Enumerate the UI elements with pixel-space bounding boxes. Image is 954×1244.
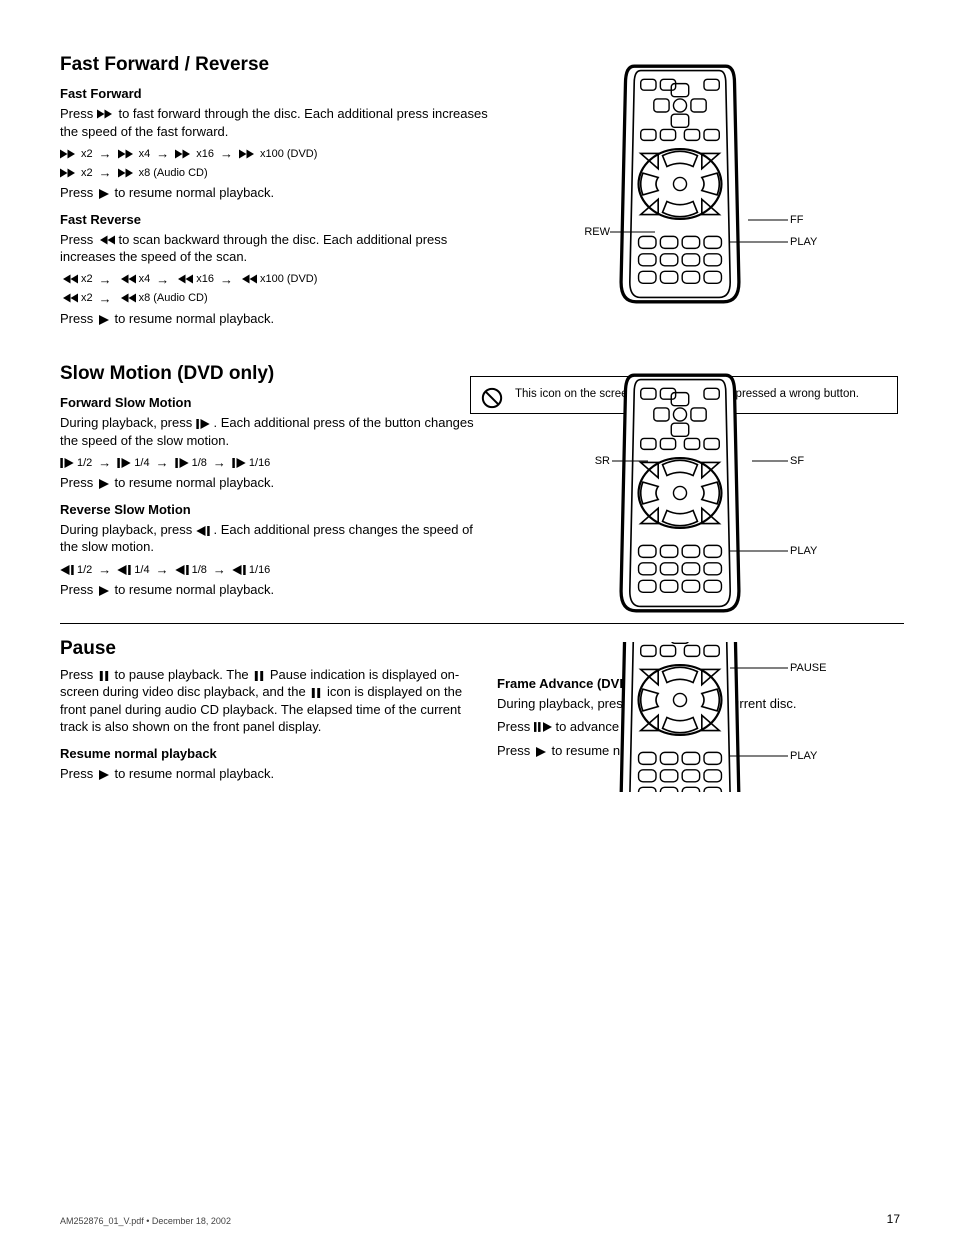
rewind-icon [97, 234, 115, 246]
caption-sr: SR [560, 455, 610, 468]
remote-illustration-fast [600, 64, 760, 307]
text-slow-fwd-resume: Press to resume normal playback. [60, 474, 490, 492]
sequence-slow-fwd: 1/2 1/4 1/8 1/16 [60, 455, 490, 470]
subheading-fast-fwd: Fast Forward [60, 86, 490, 101]
fast-forward-icon [118, 167, 136, 179]
arrow-icon [156, 562, 169, 577]
arrow-icon [220, 272, 233, 287]
arrow-icon [156, 146, 169, 161]
caption-sf: SF [790, 455, 804, 468]
arrow-icon [99, 291, 112, 306]
arrow-icon [98, 455, 111, 470]
sequence-slow-rev: 1/2 1/4 1/8 1/16 [60, 562, 490, 577]
arrow-icon [213, 562, 226, 577]
heading-fast: Fast Forward / Reverse [60, 54, 490, 76]
play-icon [97, 586, 111, 596]
rewind-icon [60, 292, 78, 304]
pause-icon [252, 671, 266, 681]
arrow-icon [99, 146, 112, 161]
caption-pause: PAUSE [790, 662, 826, 675]
slow-reverse-icon [60, 565, 74, 575]
text-fast-fwd-resume: Press to resume normal playback. [60, 184, 490, 202]
rewind-icon [118, 292, 136, 304]
slow-reverse-icon [232, 565, 246, 575]
arrow-icon [156, 272, 169, 287]
text-slow-rev-resume: Press to resume normal playback. [60, 581, 490, 599]
sequence-fast-rev-dvd: x2 x4 x16 x100 (DVD) [60, 272, 490, 287]
page-number: 17 [887, 1212, 900, 1226]
subheading-fast-rev: Fast Reverse [60, 212, 490, 227]
fast-forward-icon [97, 108, 115, 120]
play-icon [97, 770, 111, 780]
arrow-icon [213, 455, 226, 470]
play-icon [534, 747, 548, 757]
pause-icon [309, 688, 323, 698]
play-icon [97, 479, 111, 489]
heading-slow: Slow Motion (DVD only) [60, 363, 490, 385]
footer-meta: AM252876_01_V.pdf • December 18, 2002 [60, 1216, 231, 1226]
text-pause-resume: Press to resume normal playback. [60, 765, 467, 783]
slow-forward-icon [232, 458, 246, 468]
slow-forward-icon [117, 458, 131, 468]
slow-forward-icon [60, 458, 74, 468]
fast-forward-icon [239, 148, 257, 160]
sequence-fast-fwd-cd: x2 x8 (Audio CD) [60, 165, 490, 180]
rewind-icon [175, 273, 193, 285]
arrow-icon [156, 455, 169, 470]
arrow-icon [98, 562, 111, 577]
subheading-resume: Resume normal playback [60, 746, 467, 761]
text-fast-rev-resume: Press to resume normal playback. [60, 310, 490, 328]
subheading-slow-rev: Reverse Slow Motion [60, 502, 490, 517]
play-icon [97, 189, 111, 199]
remote-illustration-pause [600, 642, 760, 792]
caption-rew: REW [550, 226, 610, 239]
slow-reverse-icon [196, 526, 210, 536]
text-fast-fwd-1: Press to fast forward through the disc. … [60, 105, 490, 140]
fast-forward-icon [60, 148, 78, 160]
heading-pause: Pause [60, 638, 904, 660]
sequence-fast-fwd-dvd: x2 x4 x16 x100 (DVD) [60, 146, 490, 161]
remote-illustration-slow [600, 373, 760, 616]
slow-reverse-icon [175, 565, 189, 575]
arrow-icon [99, 165, 112, 180]
sequence-fast-rev-cd: x2 x8 (Audio CD) [60, 291, 490, 306]
rewind-icon [239, 273, 257, 285]
rewind-icon [118, 273, 136, 285]
caption-play-pause: PLAY [790, 750, 817, 763]
fast-forward-icon [175, 148, 193, 160]
text-pause-1: Press to pause playback. The Pause indic… [60, 666, 467, 736]
pause-icon [97, 671, 111, 681]
slow-forward-icon [175, 458, 189, 468]
text-fast-rev-1: Press to scan backward through the disc.… [60, 231, 490, 266]
play-icon [97, 315, 111, 325]
pause-play-icon [534, 721, 552, 733]
caption-play: PLAY [790, 236, 817, 249]
text-slow-fwd-1: During playback, press . Each additional… [60, 414, 490, 449]
slow-reverse-icon [117, 565, 131, 575]
fast-forward-icon [60, 167, 78, 179]
caption-ff: FF [790, 214, 803, 227]
fast-forward-icon [118, 148, 136, 160]
arrow-icon [220, 146, 233, 161]
arrow-icon [99, 272, 112, 287]
text-slow-rev-1: During playback, press . Each additional… [60, 521, 490, 556]
rewind-icon [60, 273, 78, 285]
slow-forward-icon [196, 419, 210, 429]
caption-play-slow: PLAY [790, 545, 817, 558]
subheading-slow-fwd: Forward Slow Motion [60, 395, 490, 410]
